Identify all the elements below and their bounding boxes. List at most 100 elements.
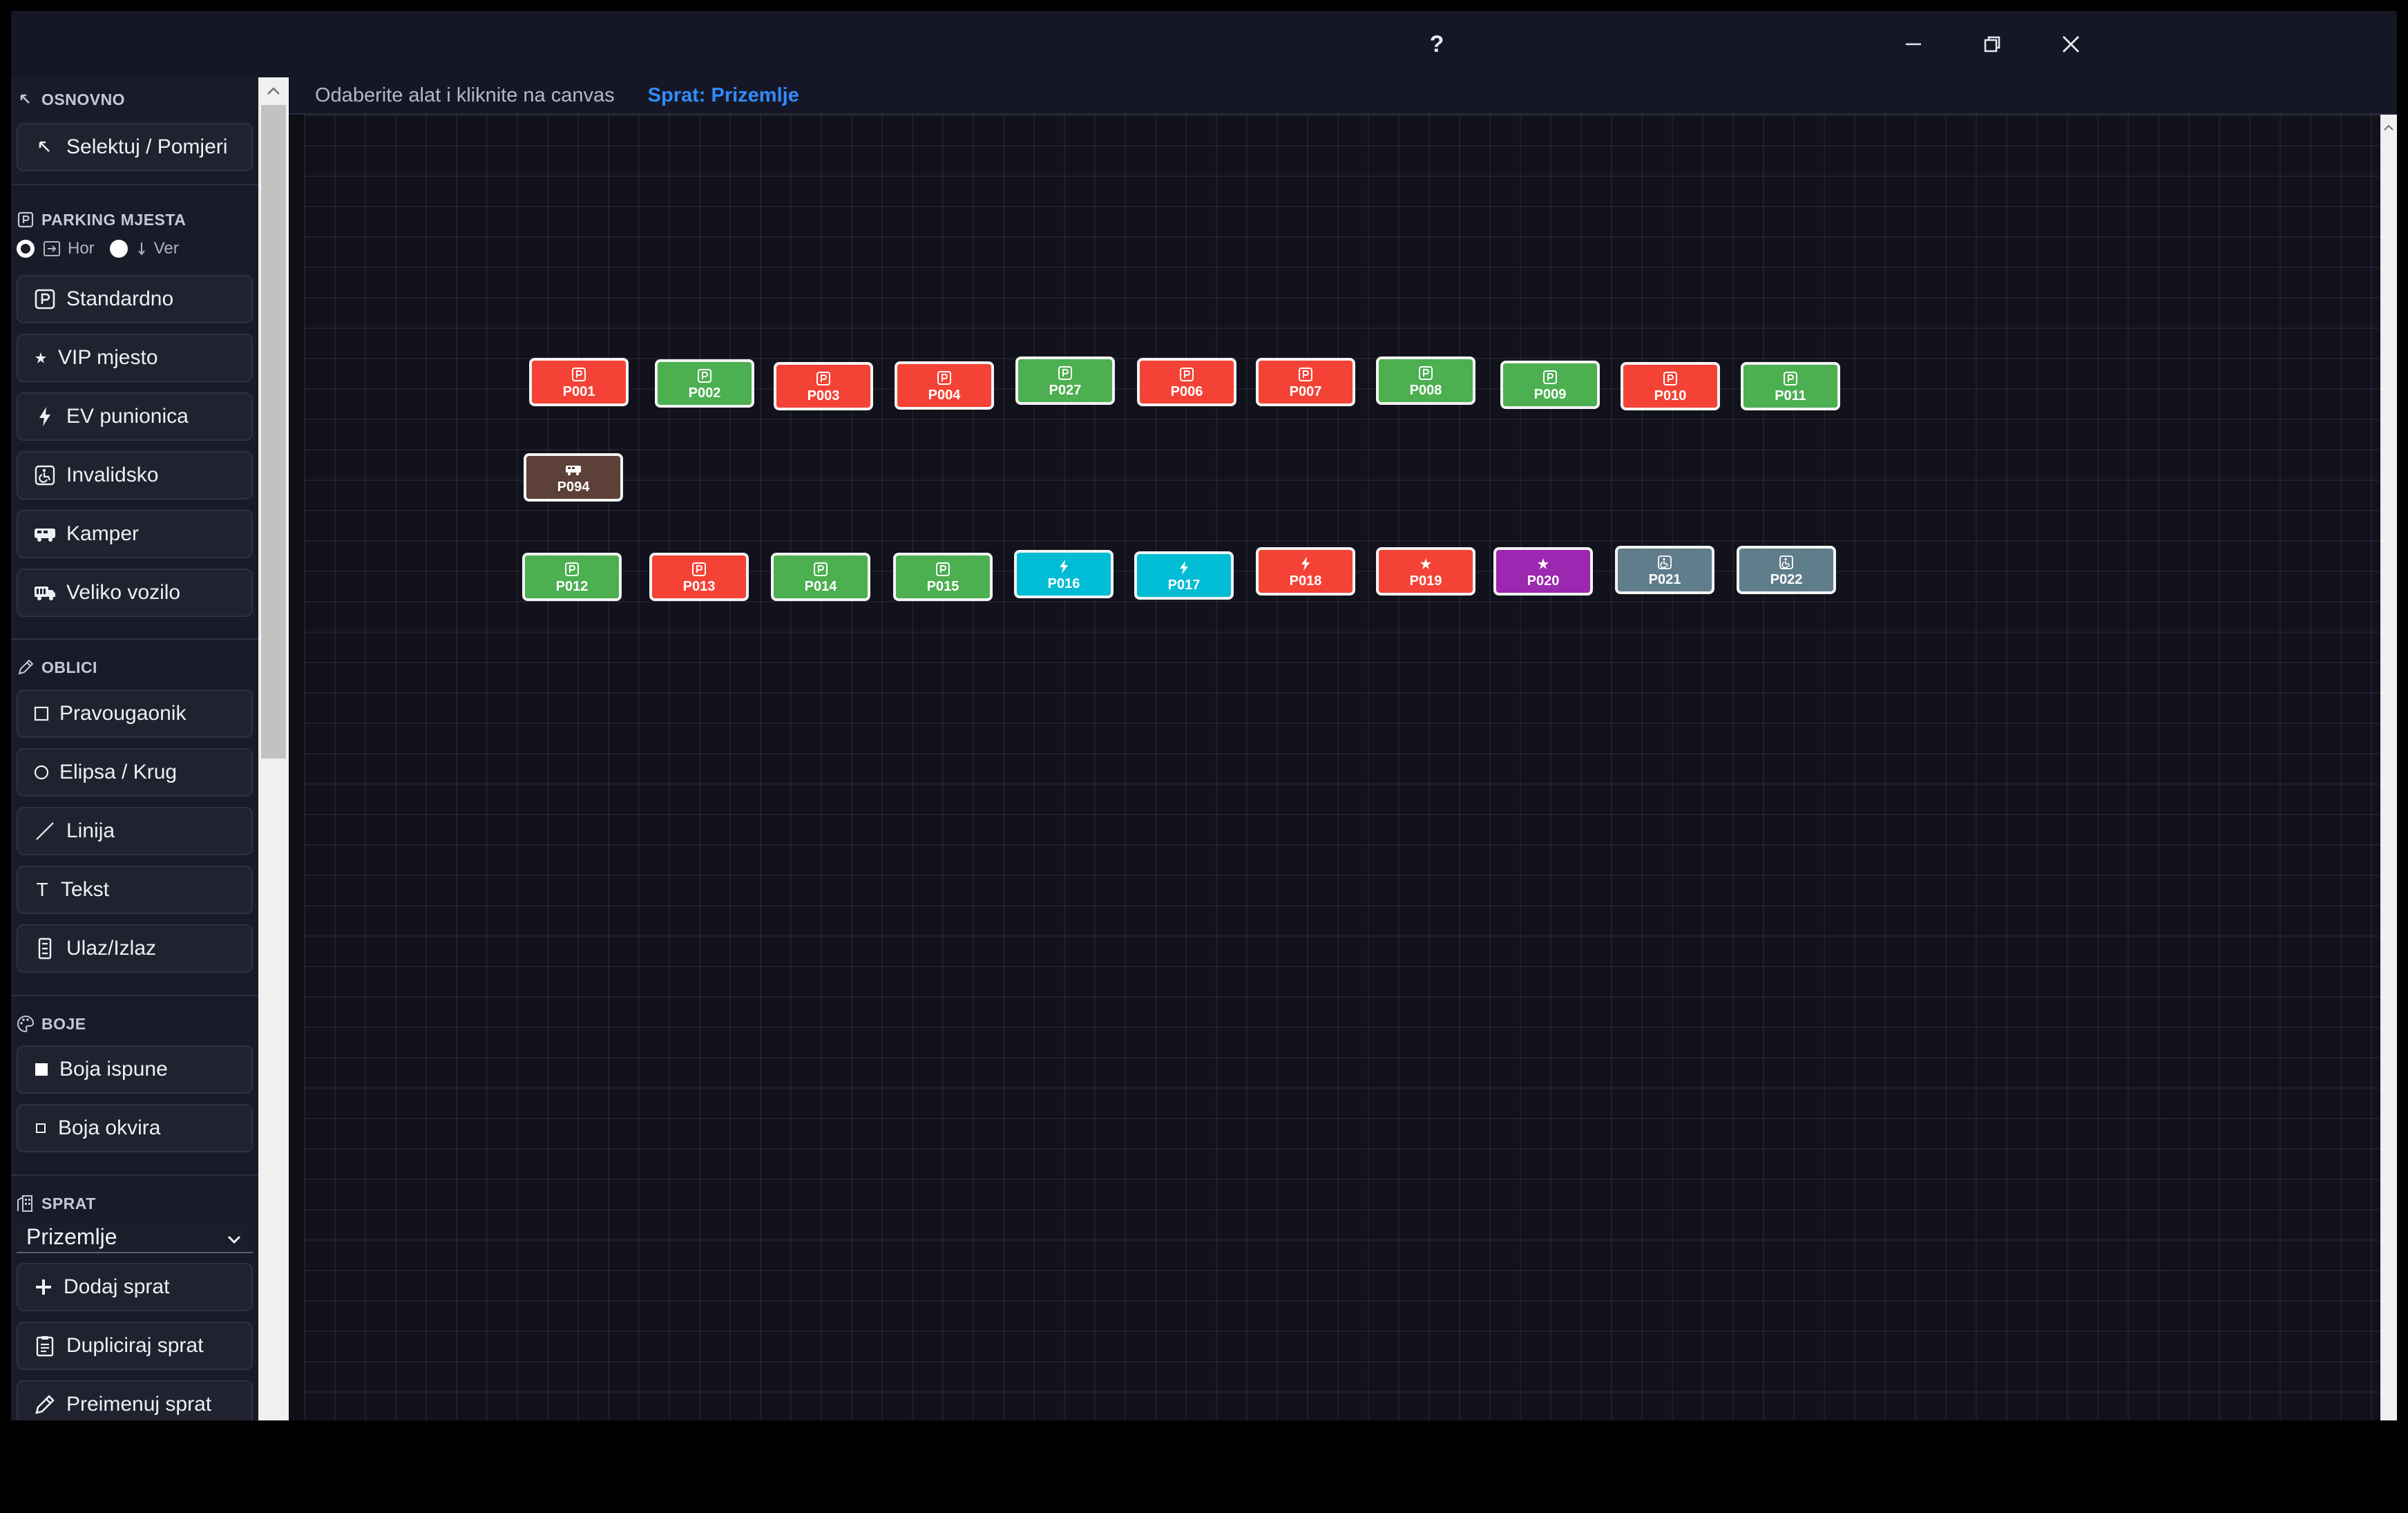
section-floor-header: SPRAT	[17, 1190, 96, 1217]
bolt-icon	[1297, 555, 1314, 572]
star-icon	[1417, 555, 1434, 572]
parking-spot-p022[interactable]: P022	[1737, 546, 1836, 594]
chevron-down-icon	[225, 1228, 243, 1254]
parking-icon	[936, 370, 953, 386]
parking-icon	[564, 561, 580, 578]
cursor-icon	[33, 135, 57, 159]
parking-icon	[1057, 365, 1073, 381]
ellipse-icon	[33, 761, 50, 784]
tool-line-button[interactable]: Linija	[17, 807, 253, 855]
orientation-horizontal-radio[interactable]	[17, 240, 35, 258]
sidebar-scrollbar[interactable]	[258, 77, 289, 1420]
parking-spot-label: P003	[807, 388, 840, 403]
parking-spot-p009[interactable]: P009	[1500, 361, 1600, 409]
close-icon	[2063, 36, 2079, 53]
parking-spot-p011[interactable]: P011	[1741, 362, 1840, 410]
parking-icon	[1178, 366, 1195, 383]
parking-spot-p016[interactable]: P016	[1014, 550, 1114, 598]
parking-spot-p004[interactable]: P004	[895, 361, 994, 410]
parking-spot-p012[interactable]: P012	[522, 553, 622, 601]
parking-spot-label: P011	[1775, 388, 1806, 403]
canvas-scrollbar[interactable]	[2380, 115, 2397, 1420]
parking-icon	[812, 561, 829, 578]
text-icon: T	[36, 879, 48, 900]
star-icon	[1535, 555, 1551, 572]
tool-ev-spot-button[interactable]: EV punionica	[17, 392, 253, 441]
outline-square-icon	[33, 1116, 48, 1140]
star-icon	[33, 346, 48, 370]
tool-vip-spot-button[interactable]: VIP mjesto	[17, 334, 253, 382]
tool-entrance-button[interactable]: Ulaz/Izlaz	[17, 924, 253, 973]
rename-floor-label: Preimenuj sprat	[66, 1393, 212, 1416]
parking-spot-label: P006	[1170, 383, 1203, 399]
rename-floor-button[interactable]: Preimenuj sprat	[17, 1380, 253, 1420]
parking-spot-p001[interactable]: P001	[529, 358, 629, 406]
tool-text-button[interactable]: T Tekst	[17, 866, 253, 914]
canvas-scroll-up-button[interactable]	[2380, 119, 2397, 137]
section-basic-title: OSNOVNO	[41, 90, 126, 108]
duplicate-floor-button[interactable]: Dupliciraj sprat	[17, 1322, 253, 1370]
minimize-button[interactable]	[1893, 23, 1934, 65]
truck-icon	[33, 581, 57, 605]
parking-spot-p010[interactable]: P010	[1621, 362, 1720, 410]
rectangle-icon	[33, 702, 50, 725]
add-floor-button[interactable]: Dodaj sprat	[17, 1263, 253, 1311]
parking-spot-label: P010	[1654, 388, 1687, 403]
parking-spot-p019[interactable]: P019	[1376, 547, 1475, 596]
parking-spot-p015[interactable]: P015	[893, 553, 993, 601]
fill-color-button[interactable]: Boja ispune	[17, 1045, 253, 1094]
clipboard-icon	[33, 1334, 57, 1358]
parking-spot-p018[interactable]: P018	[1256, 547, 1355, 596]
section-shapes-title: OBLICI	[41, 658, 97, 676]
filled-square-icon	[33, 1058, 50, 1081]
tool-entrance-label: Ulaz/Izlaz	[66, 937, 157, 960]
parking-spot-p007[interactable]: P007	[1256, 358, 1355, 406]
select-move-button[interactable]: Selektuj / Pomjeri	[17, 123, 253, 171]
tool-line-label: Linija	[66, 819, 115, 842]
orientation-vertical-radio[interactable]	[109, 240, 128, 258]
floor-select[interactable]: Prizemlje	[17, 1221, 253, 1253]
parking-spot-p017[interactable]: P017	[1134, 551, 1234, 600]
tool-large-vehicle-spot-button[interactable]: Veliko vozilo	[17, 569, 253, 617]
parking-spot-p027[interactable]: P027	[1015, 356, 1115, 405]
tool-rectangle-button[interactable]: Pravougaonik	[17, 689, 253, 738]
parking-spot-p002[interactable]: P002	[655, 359, 754, 408]
sidebar-scroll-thumb[interactable]	[261, 105, 286, 759]
tool-text-label: Tekst	[61, 878, 110, 901]
camper-icon	[33, 522, 57, 546]
arrow-right-box-icon	[43, 240, 61, 258]
parking-spot-label: P019	[1409, 573, 1442, 589]
close-button[interactable]	[2050, 23, 2092, 65]
restore-button[interactable]	[1971, 23, 2013, 65]
parking-spot-p003[interactable]: P003	[774, 362, 873, 410]
tool-ellipse-button[interactable]: Elipsa / Krug	[17, 748, 253, 797]
tool-disabled-spot-button[interactable]: Invalidsko	[17, 451, 253, 499]
camper-icon	[565, 461, 582, 478]
chevron-up-icon	[2384, 124, 2393, 131]
section-shapes-header: OBLICI	[17, 654, 97, 681]
cursor-icon	[17, 91, 35, 108]
help-button[interactable]: ?	[1416, 23, 1458, 65]
bolt-icon	[1055, 558, 1072, 575]
parking-spot-p021[interactable]: P021	[1615, 546, 1714, 594]
parking-spot-p013[interactable]: P013	[649, 553, 749, 601]
scroll-up-button[interactable]	[258, 77, 289, 105]
pencil-icon	[33, 1393, 57, 1416]
tool-camper-spot-button[interactable]: Kamper	[17, 510, 253, 558]
parking-spot-label: P014	[804, 578, 837, 594]
parking-spot-label: P007	[1289, 383, 1322, 399]
parking-spot-p094[interactable]: P094	[524, 453, 623, 502]
parking-spot-p014[interactable]: P014	[771, 553, 870, 601]
parking-spot-p020[interactable]: P020	[1493, 547, 1593, 596]
floor-select-value: Prizemlje	[26, 1224, 117, 1249]
orientation-vertical-label: Ver	[153, 239, 179, 258]
drawing-canvas[interactable]: P001 P002 P003 P004 P027 P006 P007 P008 P009 P010…	[304, 115, 2380, 1420]
canvas-gutter	[289, 115, 304, 1420]
tool-disabled-spot-label: Invalidsko	[66, 464, 159, 486]
section-divider	[11, 184, 258, 185]
section-divider	[11, 995, 258, 996]
border-color-button[interactable]: Boja okvira	[17, 1104, 253, 1152]
parking-spot-p008[interactable]: P008	[1376, 356, 1475, 405]
tool-standard-spot-button[interactable]: Standardno	[17, 275, 253, 323]
parking-spot-p006[interactable]: P006	[1137, 358, 1236, 406]
